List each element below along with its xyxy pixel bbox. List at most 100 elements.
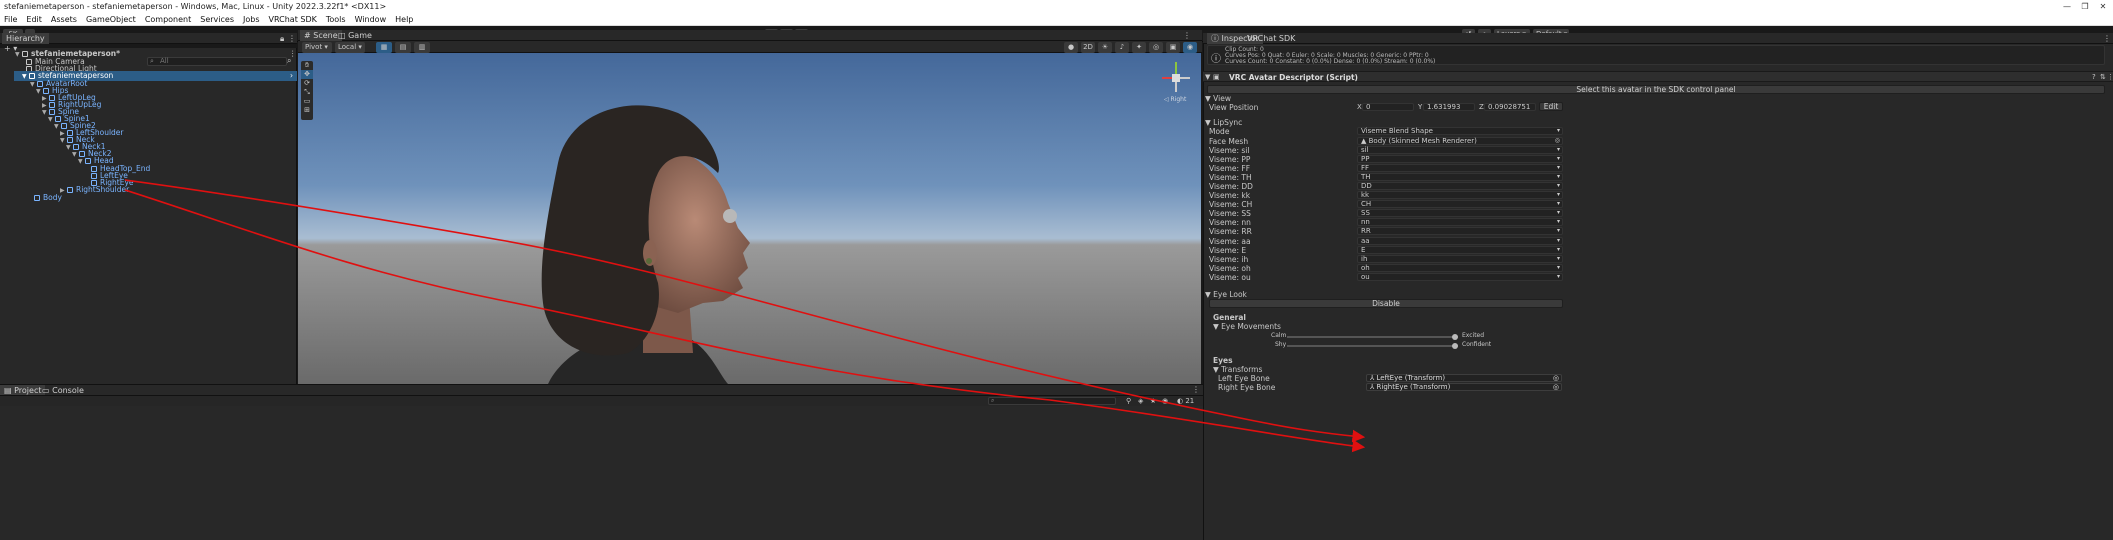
presets-icon[interactable]: ⇅ [2100, 73, 2106, 81]
project-search-input[interactable]: ⌕ [988, 397, 1116, 405]
menu-help[interactable]: Help [395, 15, 413, 24]
slider-knob[interactable] [1452, 334, 1458, 340]
shy-confident-slider[interactable] [1287, 343, 1458, 349]
audio-icon[interactable]: ♪ [1115, 42, 1129, 53]
viseme-dropdown[interactable]: TH ▾ [1357, 173, 1563, 181]
calm-excited-slider[interactable] [1287, 334, 1458, 340]
grid-snap-icon[interactable]: ▦ [376, 42, 392, 53]
view-x-field[interactable]: 0 [1362, 103, 1414, 111]
rect-tool-icon[interactable]: ▭ [301, 97, 313, 106]
lighting-icon[interactable]: ☀ [1098, 42, 1112, 53]
mode-2d-button[interactable]: 2D [1081, 42, 1095, 53]
viseme-dropdown[interactable]: ou ▾ [1357, 273, 1563, 281]
viseme-dropdown[interactable]: kk ▾ [1357, 191, 1563, 199]
face-mesh-field[interactable]: ▲ Body (Skinned Mesh Renderer) ◎ [1357, 137, 1563, 145]
transform-tool-icon[interactable]: ⊞ [301, 106, 313, 115]
right-eye-bone-field[interactable]: ⅄ RightEye (Transform) ◎ [1366, 383, 1562, 391]
slider-knob[interactable] [1452, 343, 1458, 349]
move-tool-icon[interactable]: ✥ [301, 70, 313, 79]
viseme-label: Viseme: SS [1209, 209, 1251, 218]
gizmos-icon[interactable]: ◉ [1183, 42, 1197, 53]
right-eye-bone-value: RightEye (Transform) [1376, 383, 1451, 391]
rotate-tool-icon[interactable]: ⟳ [301, 79, 313, 88]
help-icon[interactable]: ? [2092, 73, 2096, 81]
prefab-arrow-icon[interactable]: › [290, 71, 293, 81]
component-kebab-icon[interactable]: ⋮ [2107, 73, 2113, 81]
pivot-dropdown[interactable]: Pivot ▾ [302, 42, 332, 53]
viseme-dropdown[interactable]: ih ▾ [1357, 255, 1563, 263]
tab-vrchat-sdk[interactable]: VRChat SDK [1243, 33, 1299, 44]
minimize-icon[interactable]: — [2058, 0, 2076, 13]
inspector-kebab-icon[interactable]: ⋮ [2103, 33, 2111, 44]
viseme-dropdown[interactable]: FF ▾ [1357, 164, 1563, 172]
hidden-objects-icon[interactable]: ◎ [1149, 42, 1163, 53]
chevron-down-icon: ▾ [1556, 173, 1560, 180]
view-z-field[interactable]: 0.09028751 [1484, 103, 1536, 111]
eye-movements-foldout[interactable]: ▼ Eye Movements [1213, 322, 1281, 331]
close-icon[interactable]: ✕ [2094, 0, 2112, 13]
favorite-icon[interactable]: ★ [1150, 397, 1156, 405]
tab-game[interactable]: ◫ Game [334, 30, 376, 41]
scene-menu-icon[interactable]: ⋮ [289, 49, 297, 59]
lock-icon[interactable]: 🔒︎ [280, 33, 284, 44]
tab-hierarchy[interactable]: Hierarchy [2, 33, 49, 44]
scene-kebab-icon[interactable]: ⋮ [1183, 30, 1191, 41]
snap-increment-icon[interactable]: ▤ [395, 42, 411, 53]
menu-window[interactable]: Window [355, 15, 387, 24]
menu-vrchat-sdk[interactable]: VRChat SDK [269, 15, 317, 24]
menu-file[interactable]: File [4, 15, 17, 24]
camera-icon[interactable]: ▣ [1166, 42, 1180, 53]
viseme-label: Viseme: aa [1209, 237, 1251, 246]
edit-view-button[interactable]: Edit [1539, 102, 1563, 111]
visibility-icon[interactable]: ◉ [1162, 397, 1168, 405]
foldout-arrow-icon[interactable]: ▼ [1205, 73, 1210, 81]
viseme-dropdown[interactable]: SS ▾ [1357, 209, 1563, 217]
kebab-menu-icon[interactable]: ⋮ [288, 33, 296, 44]
maximize-icon[interactable]: ❐ [2076, 0, 2094, 13]
select-in-sdk-button[interactable]: Select this avatar in the SDK control pa… [1207, 85, 2105, 94]
bottom-kebab-icon[interactable]: ⋮ [1192, 385, 1200, 394]
scene-viewport[interactable]: ✋︎ ✥ ⟳ ⤡ ▭ ⊞ ◁ Right [298, 53, 1201, 384]
space-dropdown[interactable]: Local ▾ [335, 42, 365, 53]
viseme-dropdown[interactable]: RR ▾ [1357, 227, 1563, 235]
viseme-dropdown[interactable]: nn ▾ [1357, 218, 1563, 226]
viseme-dropdown[interactable]: PP ▾ [1357, 155, 1563, 163]
menu-edit[interactable]: Edit [26, 15, 42, 24]
filter-type-icon[interactable]: ⚲ [1126, 397, 1131, 405]
transforms-foldout[interactable]: ▼ Transforms [1213, 365, 1262, 374]
left-eye-bone-field[interactable]: ⅄ LeftEye (Transform) ◎ [1366, 374, 1562, 382]
mode-dropdown[interactable]: Viseme Blend Shape ▾ [1357, 127, 1563, 135]
object-picker-icon[interactable]: ◎ [1555, 138, 1560, 144]
menu-gameobject[interactable]: GameObject [86, 15, 136, 24]
menu-component[interactable]: Component [145, 15, 191, 24]
hierarchy-item-body[interactable]: Body [34, 193, 62, 203]
component-header[interactable]: ▼ ▣ VRC Avatar Descriptor (Script) ? ⇅ ⋮ [1203, 71, 2113, 82]
effects-icon[interactable]: ✦ [1132, 42, 1146, 53]
lipsync-foldout[interactable]: ▼ LipSync [1205, 118, 1242, 127]
menu-services[interactable]: Services [200, 15, 234, 24]
hierarchy-item-rightshoulder[interactable]: ▶ RightShoulder [60, 185, 129, 195]
hand-tool-icon[interactable]: ✋︎ [301, 61, 313, 70]
viseme-dropdown[interactable]: sil ▾ [1357, 146, 1563, 154]
disable-eyelook-button[interactable]: Disable [1209, 299, 1563, 308]
view-foldout[interactable]: ▼ View [1205, 94, 1231, 103]
viseme-dropdown[interactable]: DD ▾ [1357, 182, 1563, 190]
viseme-dropdown[interactable]: aa ▾ [1357, 237, 1563, 245]
window-title: stefaniemetaperson - stefaniemetaperson … [4, 2, 387, 11]
object-picker-icon[interactable]: ◎ [1553, 384, 1559, 391]
menu-assets[interactable]: Assets [51, 15, 77, 24]
viseme-row: Viseme: TH [1209, 173, 1252, 182]
view-y-field[interactable]: 1.631993 [1423, 103, 1475, 111]
menu-tools[interactable]: Tools [326, 15, 346, 24]
viseme-dropdown[interactable]: E ▾ [1357, 246, 1563, 254]
eyelook-foldout[interactable]: ▼ Eye Look [1205, 290, 1247, 299]
viseme-dropdown[interactable]: oh ▾ [1357, 264, 1563, 272]
viseme-dropdown[interactable]: CH ▾ [1357, 200, 1563, 208]
scale-tool-icon[interactable]: ⤡ [301, 88, 313, 97]
filter-label-icon[interactable]: ◈ [1138, 397, 1143, 405]
overlay-icon[interactable]: ▥ [414, 42, 430, 53]
menu-jobs[interactable]: Jobs [243, 15, 260, 24]
shading-mode-icon[interactable]: ● [1064, 42, 1078, 53]
orientation-gizmo-icon[interactable] [1156, 58, 1196, 98]
object-picker-icon[interactable]: ◎ [1553, 375, 1559, 382]
